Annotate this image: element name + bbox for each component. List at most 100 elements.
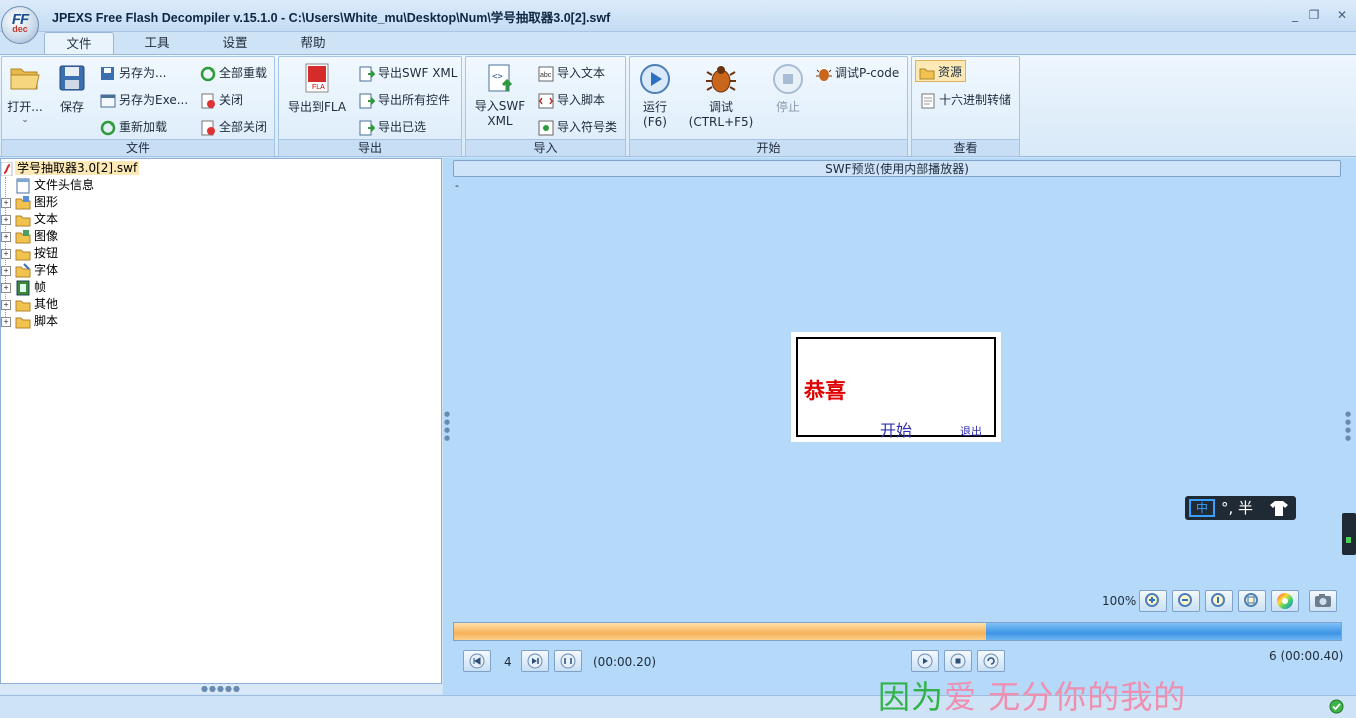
progress-fill bbox=[454, 623, 987, 640]
import-symbol-button[interactable]: 导入符号类 bbox=[538, 118, 617, 136]
expand-icon[interactable]: + bbox=[1, 299, 11, 310]
zoom-actual-icon bbox=[1211, 593, 1225, 607]
rewind-icon bbox=[469, 653, 485, 669]
tree-item-others[interactable]: + 其他 bbox=[1, 296, 58, 313]
playback-progress-bar[interactable] bbox=[453, 622, 1342, 641]
close-file-button[interactable]: 关闭 bbox=[200, 91, 243, 109]
tree-item-fonts[interactable]: + 字体 bbox=[1, 262, 58, 279]
next-frame-button[interactable] bbox=[521, 650, 549, 672]
hex-dump-icon bbox=[921, 93, 935, 108]
status-indicator-icon bbox=[1346, 537, 1351, 543]
export-selected-button[interactable]: 导出已选 bbox=[359, 118, 426, 136]
expand-icon[interactable]: + bbox=[1, 282, 11, 293]
import-group: <> 导入SWF XML abc 导入文本 导入脚本 导入符号类 导入 bbox=[465, 56, 626, 157]
run-label-2: (F6) bbox=[643, 115, 667, 129]
preview-panel: SWF预览(使用内部播放器) - ● ● ● ● ● ● ● ● 恭喜 开始 退出 中 °,… bbox=[443, 158, 1356, 695]
stage-exit-button[interactable]: 退出 bbox=[960, 423, 982, 439]
ime-toolbar[interactable]: 中 °, 半 bbox=[1185, 496, 1296, 520]
zoom-fit-button[interactable] bbox=[1238, 590, 1266, 612]
save-button[interactable]: 保存 bbox=[54, 63, 90, 115]
first-frame-button[interactable] bbox=[463, 650, 491, 672]
expand-icon[interactable]: + bbox=[1, 197, 11, 208]
stop-playback-button[interactable] bbox=[944, 650, 972, 672]
loop-button[interactable] bbox=[977, 650, 1005, 672]
tab-file[interactable]: 文件 bbox=[44, 32, 114, 54]
tree-item-texts[interactable]: + 文本 bbox=[1, 211, 58, 228]
import-text-button[interactable]: abc 导入文本 bbox=[538, 64, 605, 82]
stop-icon bbox=[950, 653, 966, 669]
ime-mode-icon[interactable]: 中 bbox=[1189, 499, 1215, 517]
tree-item-shapes[interactable]: + 图形 bbox=[1, 194, 58, 211]
snapshot-button[interactable] bbox=[1309, 590, 1337, 612]
run-button[interactable]: 运行 (F6) bbox=[634, 63, 676, 129]
export-fla-button[interactable]: FLA 导出到FLA bbox=[283, 63, 351, 115]
expand-icon[interactable]: + bbox=[1, 214, 11, 225]
export-selected-label: 导出已选 bbox=[378, 120, 427, 134]
open-button[interactable]: 打开... ⌄ bbox=[5, 63, 45, 125]
tree-item-label: 图像 bbox=[34, 229, 59, 243]
tree-item-frames[interactable]: + 帧 bbox=[1, 279, 46, 296]
minimize-button[interactable]: _ bbox=[1287, 8, 1303, 22]
tree-item-buttons[interactable]: + 按钮 bbox=[1, 245, 58, 262]
vertical-splitter-handle[interactable]: ● ● ● ● bbox=[444, 410, 450, 442]
reload-button[interactable]: 重新加载 bbox=[100, 118, 167, 136]
window-title: JPEXS Free Flash Decompiler v.15.1.0 - C… bbox=[52, 11, 611, 25]
close-all-button[interactable]: 全部关闭 bbox=[200, 118, 267, 136]
save-as-exe-button[interactable]: 另存为Exe... bbox=[100, 91, 188, 109]
export-all-button[interactable]: 导出所有控件 bbox=[359, 91, 450, 109]
stop-button[interactable]: 停止 bbox=[768, 63, 808, 115]
reload-all-button[interactable]: 全部重载 bbox=[200, 64, 267, 82]
stop-circle-icon bbox=[773, 64, 803, 94]
import-xml-icon: <> bbox=[488, 64, 513, 92]
import-script-button[interactable]: 导入脚本 bbox=[538, 91, 605, 109]
resources-button[interactable]: 资源 bbox=[915, 60, 967, 82]
expand-icon[interactable]: + bbox=[1, 231, 11, 242]
side-widget[interactable] bbox=[1342, 513, 1356, 555]
debug-pcode-button[interactable]: 调试P-code bbox=[816, 64, 899, 82]
tab-tools[interactable]: 工具 bbox=[122, 32, 192, 54]
ribbon: 打开... ⌄ 保存 另存为... 另存为Exe... 重新加载 全部重载 关闭… bbox=[0, 54, 1356, 157]
save-as-button[interactable]: 另存为... bbox=[100, 64, 166, 82]
restore-button[interactable]: ❐ bbox=[1306, 8, 1322, 22]
camera-icon bbox=[1315, 594, 1331, 607]
right-splitter-handle[interactable]: ● ● ● ● bbox=[1345, 410, 1351, 442]
export-swf-xml-button[interactable]: 导出SWF XML bbox=[359, 64, 457, 82]
debug-button[interactable]: 调试 (CTRL+F5) bbox=[686, 63, 756, 129]
stage-start-button[interactable]: 开始 bbox=[880, 417, 912, 441]
tab-help[interactable]: 帮助 bbox=[278, 32, 348, 54]
tree-item-label: 字体 bbox=[34, 263, 59, 277]
debug-label-1: 调试 bbox=[708, 100, 733, 114]
ime-symbols[interactable]: °, 半 bbox=[1221, 496, 1253, 520]
open-folder-icon bbox=[10, 68, 40, 90]
zoom-out-button[interactable] bbox=[1172, 590, 1200, 612]
import-script-label: 导入脚本 bbox=[557, 93, 606, 107]
color-picker-button[interactable] bbox=[1271, 590, 1299, 612]
expand-icon[interactable]: + bbox=[1, 265, 11, 276]
step-forward-icon bbox=[527, 653, 543, 669]
play-button[interactable] bbox=[911, 650, 939, 672]
close-button[interactable]: ✕ bbox=[1334, 8, 1350, 22]
tree-item-header[interactable]: 文件头信息 bbox=[15, 177, 94, 194]
hex-dump-button[interactable]: 十六进制转储 bbox=[920, 91, 1011, 109]
expand-icon[interactable]: + bbox=[1, 316, 11, 327]
tree-item-scripts[interactable]: + 脚本 bbox=[1, 313, 58, 330]
zoom-actual-button[interactable] bbox=[1205, 590, 1233, 612]
horizontal-splitter-handle[interactable]: ●●●●● bbox=[0, 684, 442, 694]
tree-root-row[interactable]: 学号抽取器3.0[2].swf bbox=[1, 160, 140, 177]
last-frame-button[interactable] bbox=[554, 650, 582, 672]
expand-icon[interactable]: + bbox=[1, 248, 11, 259]
view-group-label: 查看 bbox=[912, 139, 1019, 156]
tab-settings[interactable]: 设置 bbox=[200, 32, 270, 54]
skin-shirt-icon[interactable] bbox=[1269, 500, 1289, 516]
resource-tree[interactable]: 学号抽取器3.0[2].swf 文件头信息 + 图形 + 文本 + 图像 + 按钮 + 字… bbox=[0, 158, 442, 684]
tree-item-images[interactable]: + 图像 bbox=[1, 228, 58, 245]
flash-stage[interactable]: 恭喜 开始 退出 bbox=[791, 332, 1001, 442]
import-swf-xml-button[interactable]: <> 导入SWF XML bbox=[470, 63, 530, 128]
play-circle-icon bbox=[640, 64, 670, 94]
import-script-icon bbox=[538, 93, 554, 108]
stage-title: 恭喜 bbox=[804, 378, 846, 403]
app-logo-icon[interactable]: FF dec bbox=[1, 6, 39, 44]
stop-label: 停止 bbox=[775, 100, 800, 114]
zoom-in-button[interactable] bbox=[1139, 590, 1167, 612]
flash-movie: 恭喜 开始 退出 bbox=[796, 337, 996, 440]
